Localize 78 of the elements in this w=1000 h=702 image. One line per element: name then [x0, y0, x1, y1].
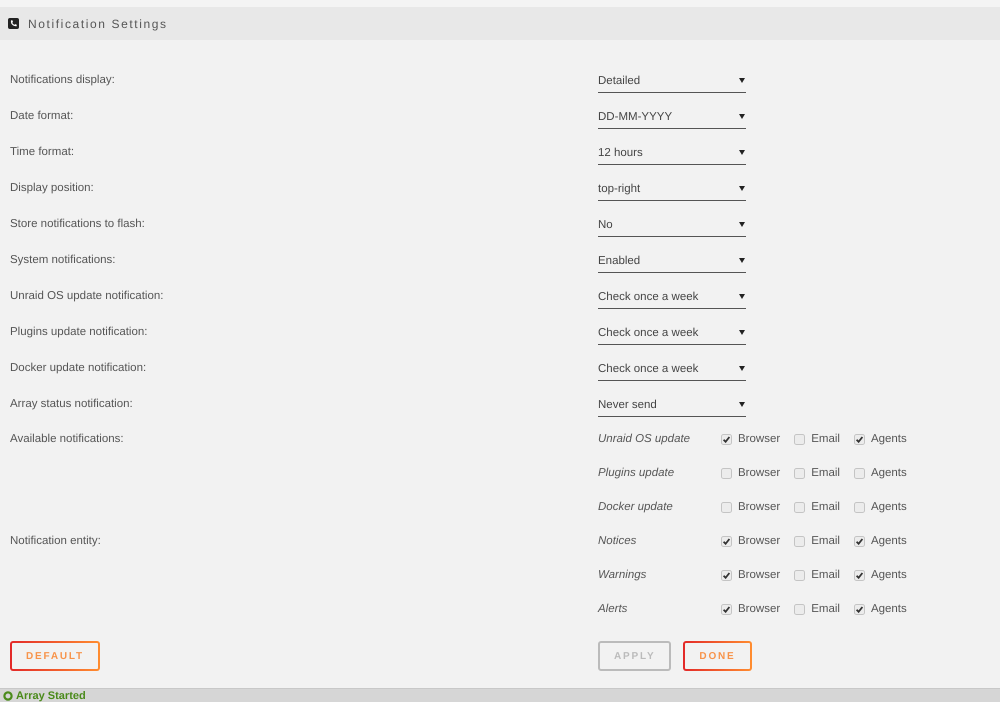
dropdown-select[interactable]: No — [598, 213, 746, 237]
setting-label: Store notifications to flash: — [10, 218, 145, 230]
setting-label: Notifications display: — [10, 74, 115, 86]
page-title: Notification Settings — [28, 16, 168, 30]
checkbox[interactable] — [721, 604, 732, 614]
caret-icon — [739, 330, 745, 335]
dropdown-select[interactable]: Check once a week — [598, 357, 746, 381]
checkbox[interactable] — [794, 502, 806, 512]
checkbox-label: Email — [811, 433, 840, 445]
caret-icon — [739, 150, 745, 155]
caret-icon — [739, 78, 745, 83]
dropdown-select[interactable]: Check once a week — [598, 321, 746, 345]
checkbox-label: Agents — [870, 603, 907, 615]
caret-icon — [739, 114, 745, 119]
phone-icon — [8, 18, 19, 29]
checkbox[interactable] — [854, 570, 865, 580]
checkbox[interactable] — [854, 434, 865, 444]
notification-type-label: Warnings — [598, 569, 648, 581]
checkbox[interactable] — [854, 502, 865, 512]
checkbox-label: Agents — [870, 569, 907, 581]
caret-icon — [739, 402, 745, 407]
checkbox-label: Agents — [870, 467, 907, 479]
setting-label: Notification entity: — [10, 535, 101, 547]
checkbox-label: Email — [811, 467, 840, 479]
checkbox-label: Browser — [738, 603, 780, 615]
setting-label: System notifications: — [10, 254, 116, 266]
checkbox-label: Agents — [870, 535, 907, 547]
checkbox-label: Email — [811, 501, 840, 513]
checkbox-label: Agents — [870, 433, 907, 445]
caret-icon — [739, 222, 745, 227]
checkbox[interactable] — [794, 536, 806, 546]
setting-label: Date format: — [10, 110, 74, 122]
checkbox-label: Browser — [738, 501, 780, 513]
checkbox[interactable] — [854, 536, 865, 546]
caret-icon — [739, 258, 745, 263]
checkbox[interactable] — [854, 604, 865, 614]
checkbox-label: Email — [811, 569, 840, 581]
checkbox-label: Browser — [738, 467, 780, 479]
dropdown-select[interactable]: top-right — [598, 177, 746, 201]
setting-label: Available notifications: — [10, 433, 124, 445]
notification-type-label: Plugins update — [598, 467, 676, 479]
checkbox[interactable] — [854, 468, 865, 478]
status-ring-icon — [3, 690, 13, 700]
notification-type-label: Docker update — [598, 501, 674, 513]
dropdown-select[interactable]: Detailed — [598, 69, 746, 93]
dropdown-select[interactable]: Never send — [598, 393, 746, 417]
checkbox[interactable] — [721, 434, 732, 444]
setting-label: Plugins update notification: — [10, 326, 148, 338]
checkbox[interactable] — [721, 570, 732, 580]
dropdown-select[interactable]: DD-MM-YYYY — [598, 105, 746, 129]
caret-icon — [739, 366, 745, 371]
checkbox-label: Browser — [738, 569, 780, 581]
notification-type-label: Alerts — [598, 603, 628, 615]
notification-type-label: Unraid OS update — [598, 433, 692, 445]
checkbox-label: Email — [811, 535, 840, 547]
checkbox-label: Browser — [738, 433, 780, 445]
setting-label: Docker update notification: — [10, 362, 146, 374]
checkbox[interactable] — [794, 468, 806, 478]
setting-label: Time format: — [10, 146, 74, 158]
checkbox[interactable] — [721, 468, 732, 478]
checkbox[interactable] — [794, 434, 806, 444]
notification-type-label: Notices — [598, 535, 638, 547]
caret-icon — [739, 294, 745, 299]
setting-label: Display position: — [10, 182, 94, 194]
setting-label: Unraid OS update notification: — [10, 290, 164, 302]
caret-icon — [739, 186, 745, 191]
dropdown-select[interactable]: Check once a week — [598, 285, 746, 309]
dropdown-select[interactable]: 12 hours — [598, 141, 746, 165]
checkbox[interactable] — [721, 502, 732, 512]
checkbox-label: Browser — [738, 535, 780, 547]
checkbox[interactable] — [721, 536, 732, 546]
checkbox[interactable] — [794, 604, 806, 614]
dropdown-select[interactable]: Enabled — [598, 249, 746, 273]
checkbox-label: Email — [811, 603, 840, 615]
setting-label: Array status notification: — [10, 398, 133, 410]
status-text: Array Started — [16, 690, 86, 702]
checkbox-label: Agents — [870, 501, 907, 513]
checkbox[interactable] — [794, 570, 806, 580]
